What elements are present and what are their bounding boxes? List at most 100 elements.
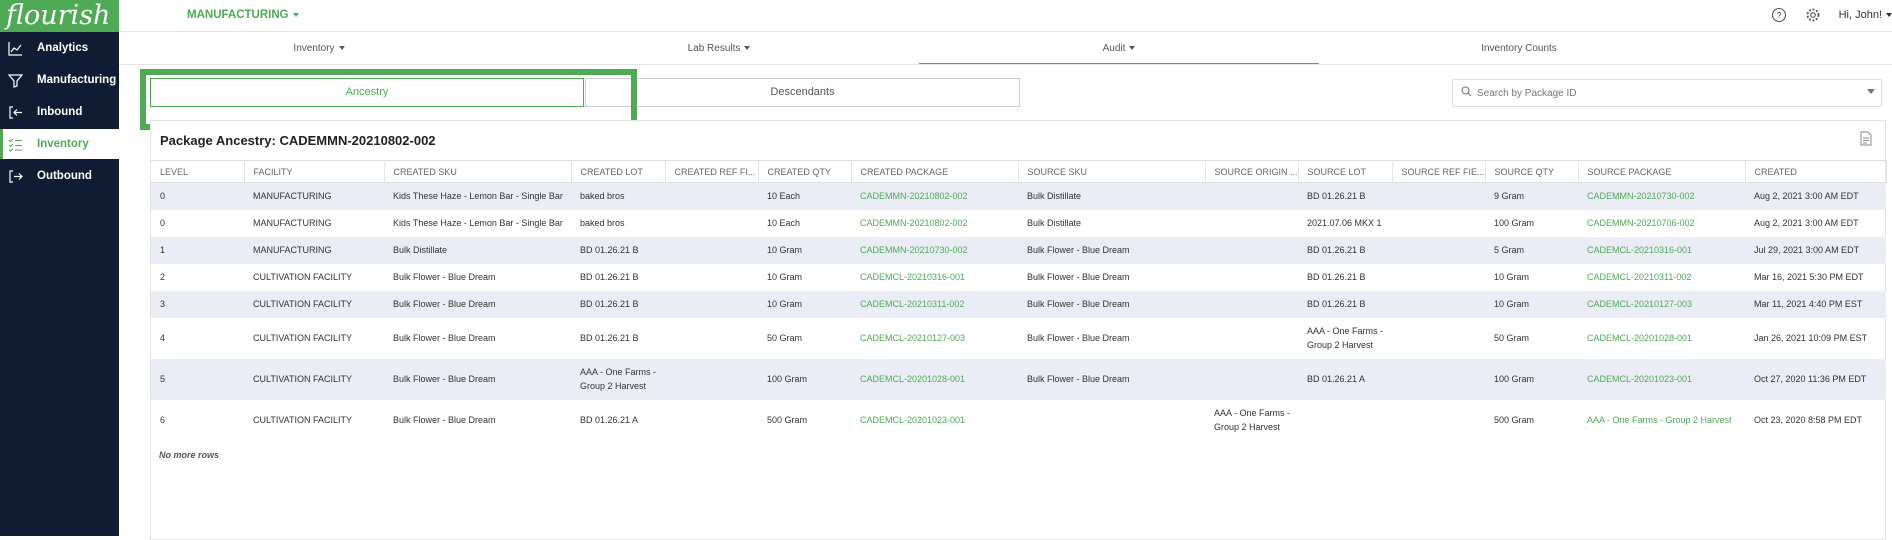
table-cell: 0 xyxy=(160,218,166,228)
table-cell: MANUFACTURING xyxy=(253,218,332,228)
package-link[interactable]: AAA - One Farms - Group 2 Harvest xyxy=(1578,400,1745,441)
table-cell: CULTIVATION FACILITY xyxy=(244,358,384,400)
user-menu[interactable]: Hi, John! xyxy=(1839,9,1892,21)
package-link[interactable]: CADEMCL-20210127-003 xyxy=(1578,290,1745,318)
tab-lab-results[interactable]: Lab Results xyxy=(519,32,919,64)
table-cell: 2021.07.06 MKX 1 xyxy=(1307,218,1382,228)
table-cell: MANUFACTURING xyxy=(244,182,384,210)
tab-label: Inventory Counts xyxy=(1481,43,1557,54)
sub-nav: Inventory Lab Results Audit Inventory Co… xyxy=(119,32,1892,65)
package-link[interactable]: CADEMCL-20210311-002 xyxy=(1578,264,1745,291)
table-cell: Mar 16, 2021 5:30 PM EDT xyxy=(1754,272,1864,282)
package-link[interactable]: CADEMMN-20210802-002 xyxy=(851,182,1018,210)
package-link[interactable]: CADEMCL-20201023-001 xyxy=(851,400,1018,441)
sidebar-item-outbound[interactable]: Outbound xyxy=(0,161,119,191)
chevron-down-icon[interactable] xyxy=(1867,89,1875,94)
tab-inventory[interactable]: Inventory xyxy=(119,32,519,64)
table-cell: 4 xyxy=(160,333,166,343)
column-header[interactable]: SOURCE PACKAGE xyxy=(1578,160,1746,183)
column-header[interactable]: CREATED REF FI... xyxy=(665,160,759,183)
table-cell xyxy=(665,210,758,237)
no-more-rows: No more rows xyxy=(159,450,220,460)
column-header[interactable]: LEVEL xyxy=(151,160,245,183)
table-cell: Bulk Flower - Blue Dream xyxy=(1018,358,1205,400)
table-row[interactable]: 1 MANUFACTURING Bulk Distillate BD 01.26.21… xyxy=(151,236,1886,264)
table-cell: Kids These Haze - Lemon Bar - Single Bar xyxy=(393,218,563,228)
table-cell xyxy=(665,264,758,291)
column-header[interactable]: SOURCE LOT xyxy=(1298,160,1393,183)
table-cell: baked bros xyxy=(571,182,665,210)
table-cell: 10 Gram xyxy=(758,290,851,318)
table-cell: BD 01.26.21 B xyxy=(571,236,665,264)
table-cell xyxy=(1298,400,1392,441)
table-row[interactable]: 0 MANUFACTURING Kids These Haze - Lemon Ba… xyxy=(151,182,1886,210)
logo[interactable]: flourish xyxy=(0,0,119,32)
table-cell: Bulk Flower - Blue Dream xyxy=(384,358,571,400)
table-cell: 100 Gram xyxy=(758,358,851,400)
package-link[interactable]: CADEMCL-20201028-001 xyxy=(1578,318,1745,359)
column-header[interactable]: SOURCE QTY xyxy=(1485,160,1579,183)
table-cell: AAA - One Farms - Group 2 Harvest xyxy=(1307,326,1384,350)
package-link[interactable]: CADEMCL-20210127-003 xyxy=(851,318,1018,359)
package-link[interactable]: CADEMCL-20210316-001 xyxy=(851,264,1018,291)
package-link[interactable]: CADEMMN-20210730-002 xyxy=(851,236,1018,264)
table-cell xyxy=(1392,358,1485,400)
package-link[interactable]: CADEMCL-20201028-001 xyxy=(851,358,1018,400)
package-link[interactable]: CADEMMN-20210730-002 xyxy=(1578,182,1745,210)
package-link[interactable]: CADEMCL-20210311-002 xyxy=(851,290,1018,318)
column-header[interactable]: CREATED PACKAGE xyxy=(851,160,1019,183)
tab-audit[interactable]: Audit xyxy=(919,32,1319,64)
table-cell: Oct 27, 2020 11:36 PM EDT xyxy=(1745,358,1886,400)
package-link[interactable]: CADEMCL-20210316-001 xyxy=(1578,236,1745,264)
outbound-icon xyxy=(8,169,23,184)
chevron-down-icon xyxy=(292,12,299,17)
table-row[interactable]: 4 CULTIVATION FACILITY Bulk Flower - Blue … xyxy=(151,318,1886,359)
gear-icon[interactable] xyxy=(1805,7,1821,23)
tab-inventory-counts[interactable]: Inventory Counts xyxy=(1319,32,1719,64)
column-header[interactable]: SOURCE ORIGIN ... xyxy=(1205,160,1299,183)
table-cell: CULTIVATION FACILITY xyxy=(244,290,384,318)
column-header[interactable]: FACILITY xyxy=(244,160,385,183)
column-header[interactable]: CREATED xyxy=(1745,160,1887,183)
table-cell: Bulk Flower - Blue Dream xyxy=(1027,272,1130,282)
help-icon[interactable]: ? xyxy=(1771,7,1787,23)
sidebar-item-manufacturing[interactable]: Manufacturing xyxy=(0,65,119,95)
department-selector[interactable]: MANUFACTURING xyxy=(187,9,299,21)
column-header[interactable]: CREATED QTY xyxy=(758,160,852,183)
column-header[interactable]: SOURCE SKU xyxy=(1018,160,1206,183)
chevron-down-icon xyxy=(1886,13,1892,18)
sidebar-item-analytics[interactable]: Analytics xyxy=(0,33,119,63)
column-header[interactable]: CREATED LOT xyxy=(571,160,666,183)
table-cell xyxy=(1205,236,1298,264)
table-cell: CULTIVATION FACILITY xyxy=(253,415,353,425)
table-cell: 5 Gram xyxy=(1485,236,1578,264)
top-bar: MANUFACTURING ? Hi, John! xyxy=(119,0,1892,32)
table-row[interactable]: 5 CULTIVATION FACILITY Bulk Flower - Blue … xyxy=(151,358,1886,400)
package-link[interactable]: CADEMCL-20201023-001 xyxy=(1578,358,1745,400)
package-link[interactable]: CADEMMN-20210706-002 xyxy=(1578,210,1745,237)
column-header[interactable]: SOURCE REF FIE... xyxy=(1392,160,1486,183)
table-cell: 3 xyxy=(151,290,244,318)
table-cell: BD 01.26.21 B xyxy=(580,272,639,282)
funnel-icon xyxy=(8,73,23,88)
table-cell: Jan 26, 2021 10:09 PM EST xyxy=(1754,333,1868,343)
table-row[interactable]: 3 CULTIVATION FACILITY Bulk Flower - Blue … xyxy=(151,290,1886,318)
descendants-button[interactable]: Descendants xyxy=(585,78,1020,107)
package-search[interactable]: Search by Package ID xyxy=(1452,79,1882,107)
table-cell: Bulk Flower - Blue Dream xyxy=(393,415,496,425)
checklist-icon xyxy=(8,137,23,152)
sidebar-item-inbound[interactable]: Inbound xyxy=(0,97,119,127)
table-cell: Bulk Flower - Blue Dream xyxy=(393,333,496,343)
logo-text: flourish xyxy=(6,0,111,31)
table-cell: BD 01.26.21 A xyxy=(580,415,639,425)
table-row[interactable]: 2 CULTIVATION FACILITY Bulk Flower - Blue … xyxy=(151,264,1886,291)
column-header[interactable]: CREATED SKU xyxy=(384,160,572,183)
export-icon[interactable] xyxy=(1859,131,1873,151)
chevron-down-icon xyxy=(744,46,751,51)
table-row[interactable]: 0 MANUFACTURING Kids These Haze - Lemon Ba… xyxy=(151,210,1886,237)
sidebar-item-inventory[interactable]: Inventory xyxy=(0,129,119,159)
table-cell: 10 Each xyxy=(767,218,801,228)
table-cell: 6 xyxy=(160,415,166,425)
table-row[interactable]: 6 CULTIVATION FACILITY Bulk Flower - Blue … xyxy=(151,400,1886,441)
package-link[interactable]: CADEMMN-20210802-002 xyxy=(851,210,1018,237)
